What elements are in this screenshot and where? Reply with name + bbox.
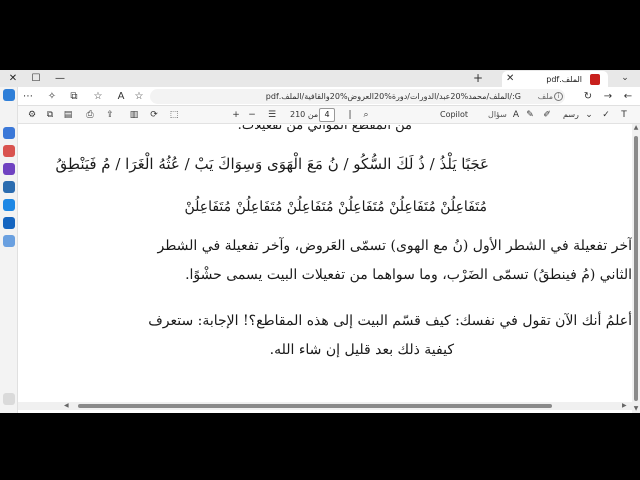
contents-icon[interactable]: ☰ xyxy=(266,108,278,122)
vertical-scrollbar[interactable]: ▲ ▼ xyxy=(632,124,640,413)
page-count-label: من 210 xyxy=(290,110,319,119)
print-icon[interactable]: ⎙ xyxy=(84,108,96,122)
info-icon[interactable]: i xyxy=(554,92,563,101)
pdf-toolbar: ⚙ ⧉ ▤ ⎙ ⇪ ▥ ⟳ ⬚ + − ☰ من 210 4 | ⌕ Copil… xyxy=(18,106,640,124)
fit-page-icon[interactable]: ⬚ xyxy=(168,108,180,122)
read-aloud-icon[interactable]: A xyxy=(113,89,129,104)
shopping-icon[interactable] xyxy=(3,145,15,157)
tab-actions-icon[interactable]: ⌄ xyxy=(616,72,634,85)
window-close-button[interactable]: ✕ xyxy=(2,71,24,86)
refresh-icon[interactable]: ↻ xyxy=(580,89,596,104)
text-icon[interactable]: T xyxy=(618,108,630,122)
draw-dropdown-icon[interactable]: ⌄ xyxy=(584,108,594,122)
vertical-scroll-thumb[interactable] xyxy=(634,136,638,401)
scroll-right-icon[interactable]: ▶ xyxy=(622,402,630,410)
new-tab-button[interactable]: + xyxy=(471,71,485,86)
draw-icon[interactable]: ✐ xyxy=(540,108,554,122)
horizontal-scrollbar[interactable]: ◀ ▶ xyxy=(18,402,632,410)
document-line: أعلمُ أنك الآن تقول في نفسك: كيف قسّم ال… xyxy=(148,313,632,329)
read-aloud-icon[interactable]: A xyxy=(510,108,522,122)
outlook-icon[interactable] xyxy=(3,199,15,211)
highlight-icon[interactable]: ✎ xyxy=(524,108,536,122)
tab-title: الملف.pdf xyxy=(546,75,582,84)
browser-window: ✕ ☐ — + الملف.pdf ✕ ⌄ ⋯ ✧ ⧉ ☆ A ☆ G:/الم… xyxy=(0,70,640,413)
document-line: عَجَبًا يَلْذُ / ذُ لَكَ السُّكُو / نُ م… xyxy=(55,155,490,173)
scroll-up-icon[interactable]: ▲ xyxy=(632,124,640,132)
tools-icon[interactable] xyxy=(3,163,15,175)
pdf-icon xyxy=(590,74,600,85)
document-line: من المقطع الموالي من تفعيلات: xyxy=(237,125,412,133)
page-view-icon[interactable]: ▥ xyxy=(128,108,140,122)
page-separator-icon: | xyxy=(348,110,352,120)
scroll-left-icon[interactable]: ◀ xyxy=(64,402,72,410)
pdf-page: من المقطع الموالي من تفعيلات: عَجَبًا يَ… xyxy=(18,125,632,410)
document-line: مُتَفَاعِلُنْ مُتَفَاعِلُنْ مُتَفَاعِلُن… xyxy=(184,199,487,215)
extensions-icon[interactable]: ✧ xyxy=(44,89,60,104)
document-line: الثاني (مُ فينطقُ) تسمّى الضَرْب، وما سو… xyxy=(185,267,632,283)
more-menu-icon[interactable]: ⋯ xyxy=(20,89,36,104)
screen: ✕ ☐ — + الملف.pdf ✕ ⌄ ⋯ ✧ ⧉ ☆ A ☆ G:/الم… xyxy=(0,0,640,480)
horizontal-scroll-thumb[interactable] xyxy=(78,404,552,408)
find-icon[interactable]: ⌕ xyxy=(360,108,372,122)
erase-icon[interactable]: ✓ xyxy=(600,108,612,122)
copilot-icon[interactable] xyxy=(3,89,15,101)
ask-copilot-button[interactable]: سؤال xyxy=(488,108,507,122)
address-bar: ⋯ ✧ ⧉ ☆ A ☆ G:/الملف/محمد%20عبد/الدورات/… xyxy=(0,87,640,106)
save-as-icon[interactable]: ⧉ xyxy=(44,108,56,122)
window-minimize-button[interactable]: — xyxy=(49,71,71,86)
scroll-down-icon[interactable]: ▼ xyxy=(632,405,640,413)
tab-close-icon[interactable]: ✕ xyxy=(506,72,514,85)
favorites-icon[interactable]: ☆ xyxy=(90,89,106,104)
settings-icon[interactable]: ⚙ xyxy=(26,108,38,122)
search-icon[interactable] xyxy=(3,127,15,139)
url-text: G:/الملف/محمد%20عبد/الدورات/دورة%20العرو… xyxy=(265,92,521,101)
rotate-icon[interactable]: ⟳ xyxy=(148,108,160,122)
collections-icon[interactable]: ⧉ xyxy=(66,89,82,104)
title-bar: ✕ ☐ — + الملف.pdf ✕ ⌄ xyxy=(0,70,640,87)
drop-icon[interactable] xyxy=(3,217,15,229)
zoom-out-button[interactable]: − xyxy=(246,108,258,122)
back-icon[interactable]: ← xyxy=(620,89,636,104)
share-icon[interactable]: ⇪ xyxy=(104,108,116,122)
zoom-in-button[interactable]: + xyxy=(230,108,242,122)
save-icon[interactable]: ▤ xyxy=(62,108,74,122)
edge-sidebar xyxy=(0,87,18,413)
window-maximize-button[interactable]: ☐ xyxy=(25,71,47,86)
url-field[interactable]: G:/الملف/محمد%20عبد/الدورات/دورة%20العرو… xyxy=(150,89,565,104)
sidebar-settings-icon[interactable] xyxy=(3,393,15,405)
games-icon[interactable] xyxy=(3,181,15,193)
document-line: آخر تفعيلة في الشطر الأول (نُ مع الهوى) … xyxy=(157,238,632,254)
favorite-star-icon[interactable]: ☆ xyxy=(131,89,147,104)
forward-icon[interactable]: → xyxy=(600,89,616,104)
office-icon[interactable] xyxy=(3,235,15,247)
url-file-label: ملف xyxy=(537,92,553,101)
page-number-input[interactable]: 4 xyxy=(319,108,335,122)
tab-active[interactable]: الملف.pdf xyxy=(502,71,608,87)
draw-button[interactable]: رسم xyxy=(563,108,579,122)
copilot-button[interactable]: Copilot xyxy=(440,108,468,122)
document-line: كيفية ذلك بعد قليل إن شاء الله. xyxy=(269,342,454,358)
